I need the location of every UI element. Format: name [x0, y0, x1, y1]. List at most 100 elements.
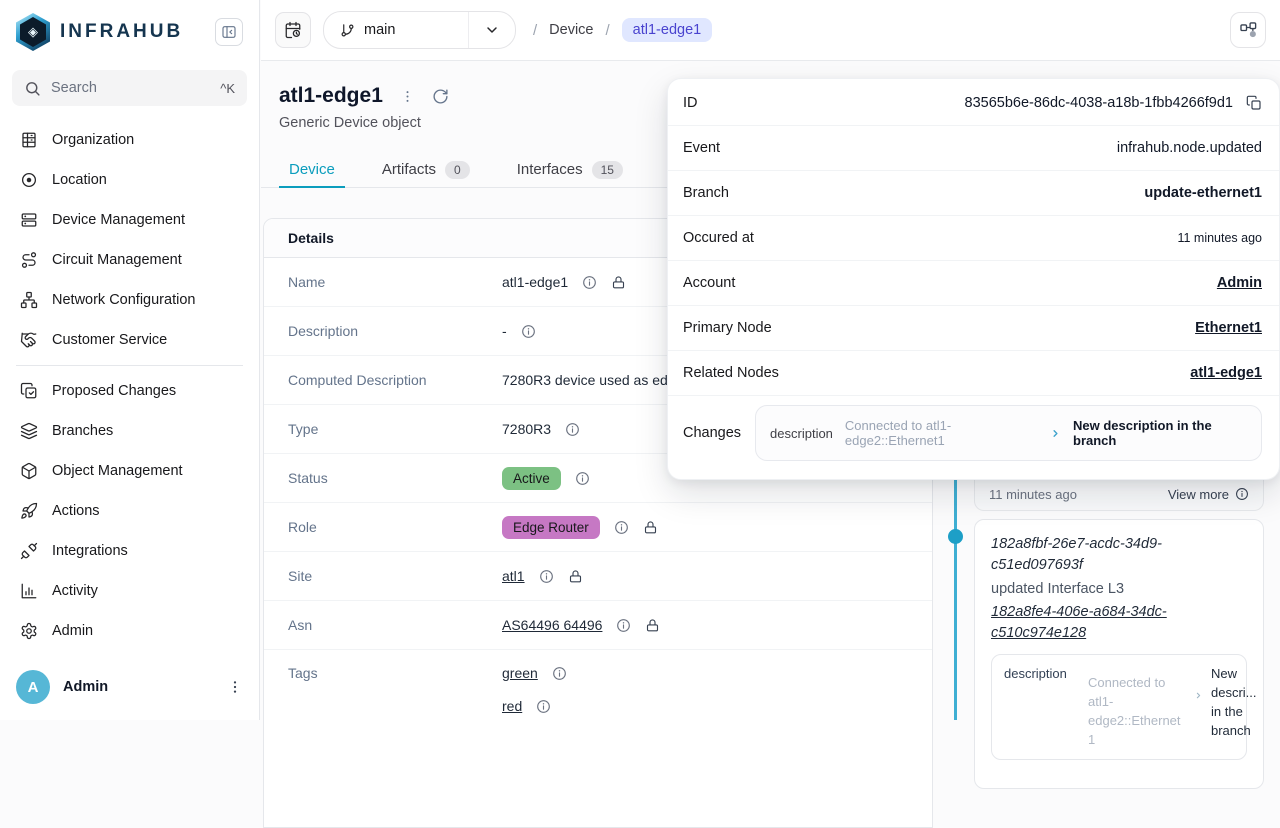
- apps-grid-icon: [1239, 21, 1258, 40]
- tab-label: Artifacts: [382, 161, 436, 178]
- tag-link[interactable]: green: [502, 665, 538, 681]
- tab-label: Device: [289, 161, 335, 178]
- popover-row-event: Event infrahub.node.updated: [668, 126, 1279, 171]
- sidebar-item-circuit-management[interactable]: Circuit Management: [0, 240, 259, 280]
- branch-selector[interactable]: main: [323, 11, 516, 49]
- breadcrumb-section[interactable]: Device: [549, 22, 593, 38]
- info-icon[interactable]: [552, 666, 567, 681]
- info-icon[interactable]: [614, 520, 629, 535]
- timeline-event-card: 182a8fbf-26e7-acdc-34d9-c51ed097693f upd…: [974, 519, 1264, 789]
- diff-property: description: [770, 426, 833, 441]
- page-title: atl1-edge1: [279, 84, 383, 108]
- tab-interfaces[interactable]: Interfaces 15: [507, 152, 633, 187]
- asn-link[interactable]: AS64496 64496: [502, 617, 602, 633]
- event-related-link[interactable]: 182a8fe4-406e-a684-34dc-c510c974e128: [991, 602, 1206, 644]
- search-placeholder: Search: [51, 80, 97, 96]
- refresh-icon[interactable]: [432, 88, 449, 105]
- tab-artifacts[interactable]: Artifacts 0: [372, 152, 480, 187]
- sidebar-item-activity[interactable]: Activity: [0, 571, 259, 611]
- type-value: 7280R3: [502, 421, 551, 437]
- search-input[interactable]: Search ^K: [12, 70, 247, 106]
- sidebar-nav: Organization Location Device Management …: [0, 112, 259, 651]
- related-nodes-link[interactable]: atl1-edge1: [1190, 365, 1262, 381]
- event-id-value: 83565b6e-86dc-4038-a18b-1fbb4266f9d1: [965, 95, 1233, 111]
- breadcrumb-current[interactable]: atl1-edge1: [622, 18, 713, 42]
- sidebar-item-branches[interactable]: Branches: [0, 411, 259, 451]
- description-value: -: [502, 323, 507, 339]
- event-action: updated Interface L3: [991, 581, 1247, 597]
- schema-graph-button[interactable]: [1230, 12, 1266, 48]
- branch-value: update-ethernet1: [1144, 185, 1262, 201]
- timeline-card-footer: 11 minutes ago View more: [974, 478, 1264, 511]
- search-shortcut: ^K: [220, 81, 235, 96]
- bar-chart-icon: [20, 582, 38, 600]
- logo-text: INFRAHUB: [60, 21, 183, 43]
- info-icon[interactable]: [582, 275, 597, 290]
- sidebar-item-proposed-changes[interactable]: Proposed Changes: [0, 371, 259, 411]
- sidebar-item-label: Device Management: [52, 212, 185, 228]
- search-icon: [24, 80, 41, 97]
- info-icon[interactable]: [539, 569, 554, 584]
- tab-count-badge: 0: [445, 161, 470, 179]
- site-link[interactable]: atl1: [502, 568, 525, 584]
- building-icon: [20, 131, 38, 149]
- cube-icon: [20, 462, 38, 480]
- detail-row-asn: Asn AS64496 64496: [264, 601, 932, 650]
- sidebar-item-device-management[interactable]: Device Management: [0, 200, 259, 240]
- info-icon[interactable]: [521, 324, 536, 339]
- sidebar-item-integrations[interactable]: Integrations: [0, 531, 259, 571]
- gear-icon: [20, 622, 38, 640]
- sidebar-item-location[interactable]: Location: [0, 160, 259, 200]
- object-kebab-menu-icon[interactable]: [400, 89, 415, 104]
- sidebar-item-actions[interactable]: Actions: [0, 491, 259, 531]
- calendar-clock-icon: [284, 21, 302, 39]
- popover-row-changes: Changes description Connected to atl1-ed…: [668, 396, 1279, 470]
- popover-row-account: Account Admin: [668, 261, 1279, 306]
- event-id: 182a8fbf-26e7-acdc-34d9-c51ed097693f: [991, 534, 1206, 576]
- tag-link[interactable]: red: [502, 698, 522, 714]
- detail-row-site: Site atl1: [264, 552, 932, 601]
- view-more-button[interactable]: View more: [1168, 487, 1249, 502]
- user-menu[interactable]: A Admin: [0, 658, 259, 720]
- role-badge: Edge Router: [502, 516, 600, 539]
- plug-icon: [20, 542, 38, 560]
- sidebar-item-label: Integrations: [52, 543, 128, 559]
- event-timestamp: 11 minutes ago: [989, 487, 1077, 502]
- popover-row-primary-node: Primary Node Ethernet1: [668, 306, 1279, 351]
- occured-at-value: 11 minutes ago: [1177, 231, 1262, 245]
- info-icon[interactable]: [616, 618, 631, 633]
- handshake-icon: [20, 331, 38, 349]
- time-travel-button[interactable]: [275, 12, 311, 48]
- sidebar-item-object-management[interactable]: Object Management: [0, 451, 259, 491]
- info-icon[interactable]: [565, 422, 580, 437]
- diff-new-value: New descri... in the branch: [1211, 665, 1267, 740]
- popover-row-id: ID 83565b6e-86dc-4038-a18b-1fbb4266f9d1: [668, 81, 1279, 126]
- account-link[interactable]: Admin: [1217, 275, 1262, 291]
- sidebar-item-admin[interactable]: Admin: [0, 611, 259, 651]
- name-value: atl1-edge1: [502, 274, 568, 290]
- tab-device[interactable]: Device: [279, 152, 345, 187]
- chevron-down-icon: [469, 12, 515, 48]
- sidebar-item-label: Network Configuration: [52, 292, 195, 308]
- sidebar-item-label: Branches: [52, 423, 113, 439]
- kebab-menu-icon[interactable]: [227, 679, 243, 695]
- detail-row-tags: Tags green red: [264, 650, 932, 780]
- sidebar-item-network-configuration[interactable]: Network Configuration: [0, 280, 259, 320]
- sidebar-item-label: Circuit Management: [52, 252, 182, 268]
- map-pin-icon: [20, 171, 38, 189]
- lock-icon: [645, 618, 660, 633]
- timeline-dot: [948, 529, 963, 544]
- sidebar-item-label: Admin: [52, 623, 93, 639]
- copy-icon[interactable]: [1246, 95, 1262, 111]
- info-icon[interactable]: [536, 699, 551, 714]
- server-icon: [20, 211, 38, 229]
- collapse-sidebar-icon[interactable]: [215, 18, 243, 46]
- info-icon[interactable]: [575, 471, 590, 486]
- sidebar-item-label: Proposed Changes: [52, 383, 176, 399]
- sidebar-item-organization[interactable]: Organization: [0, 120, 259, 160]
- event-diff-box: description Connected to atl1-edge2::Eth…: [991, 654, 1247, 760]
- event-details-popover: ID 83565b6e-86dc-4038-a18b-1fbb4266f9d1 …: [667, 78, 1280, 480]
- logo: ◈ INFRAHUB: [0, 0, 259, 60]
- sidebar-item-customer-service[interactable]: Customer Service: [0, 320, 259, 360]
- primary-node-link[interactable]: Ethernet1: [1195, 320, 1262, 336]
